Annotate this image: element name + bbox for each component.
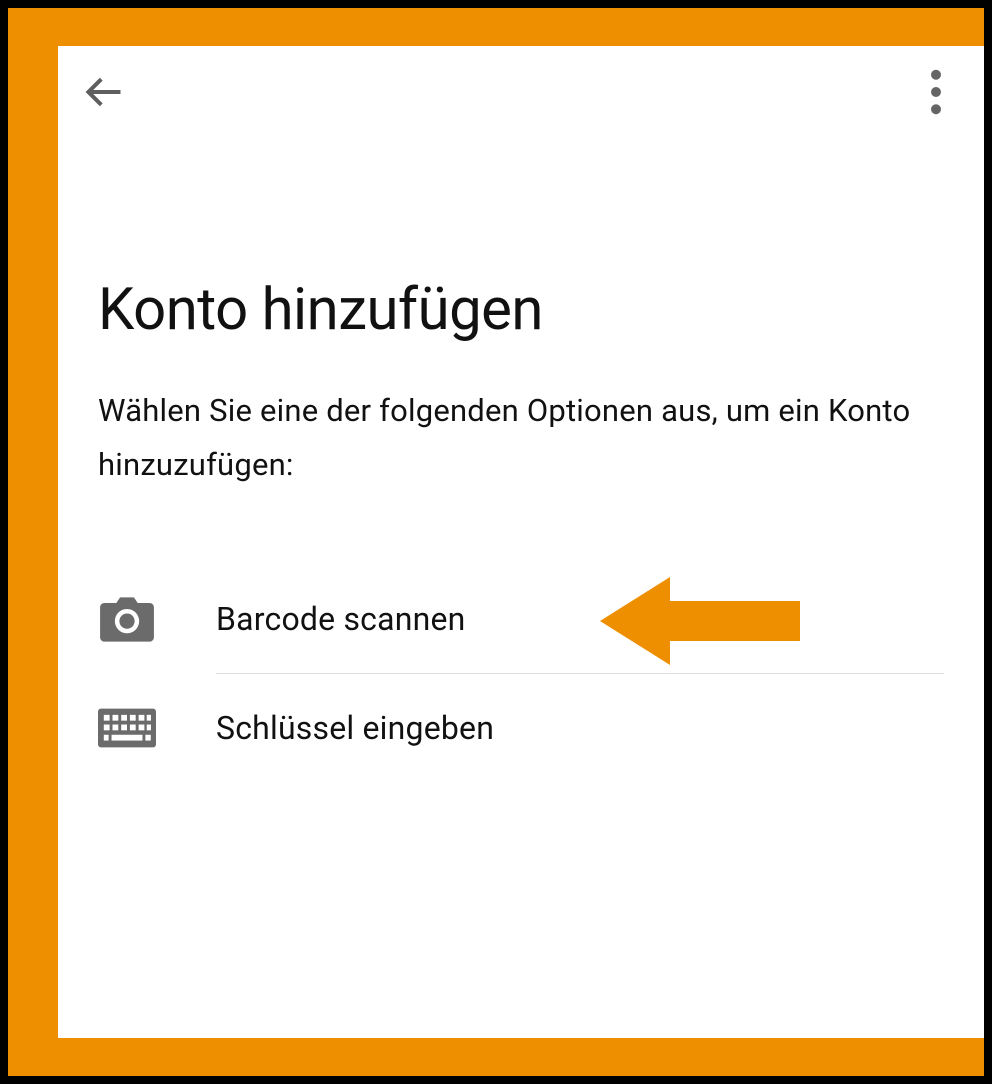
camera-icon [98, 592, 162, 646]
outer-frame: Konto hinzufügen Wählen Sie eine der fol… [8, 8, 984, 1076]
back-arrow-icon [82, 70, 126, 114]
pointer-arrow-annotation [600, 575, 800, 671]
keyboard-icon [98, 701, 162, 755]
topbar [58, 46, 984, 136]
more-vertical-icon [930, 69, 942, 115]
back-button[interactable] [76, 64, 132, 120]
arrow-left-icon [600, 575, 800, 667]
content: Konto hinzufügen Wählen Sie eine der fol… [58, 136, 984, 782]
options-list: Barcode scannen [98, 565, 944, 782]
option-enter-key[interactable]: Schlüssel eingeben [98, 674, 944, 782]
app-screen: Konto hinzufügen Wählen Sie eine der fol… [58, 46, 984, 1038]
option-scan-barcode[interactable]: Barcode scannen [98, 565, 944, 673]
option-label: Schlüssel eingeben [216, 709, 494, 747]
page-title: Konto hinzufügen [98, 276, 944, 344]
option-label: Barcode scannen [216, 600, 466, 638]
more-button[interactable] [912, 64, 960, 120]
page-subtitle: Wählen Sie eine der folgenden Optionen a… [98, 384, 944, 493]
